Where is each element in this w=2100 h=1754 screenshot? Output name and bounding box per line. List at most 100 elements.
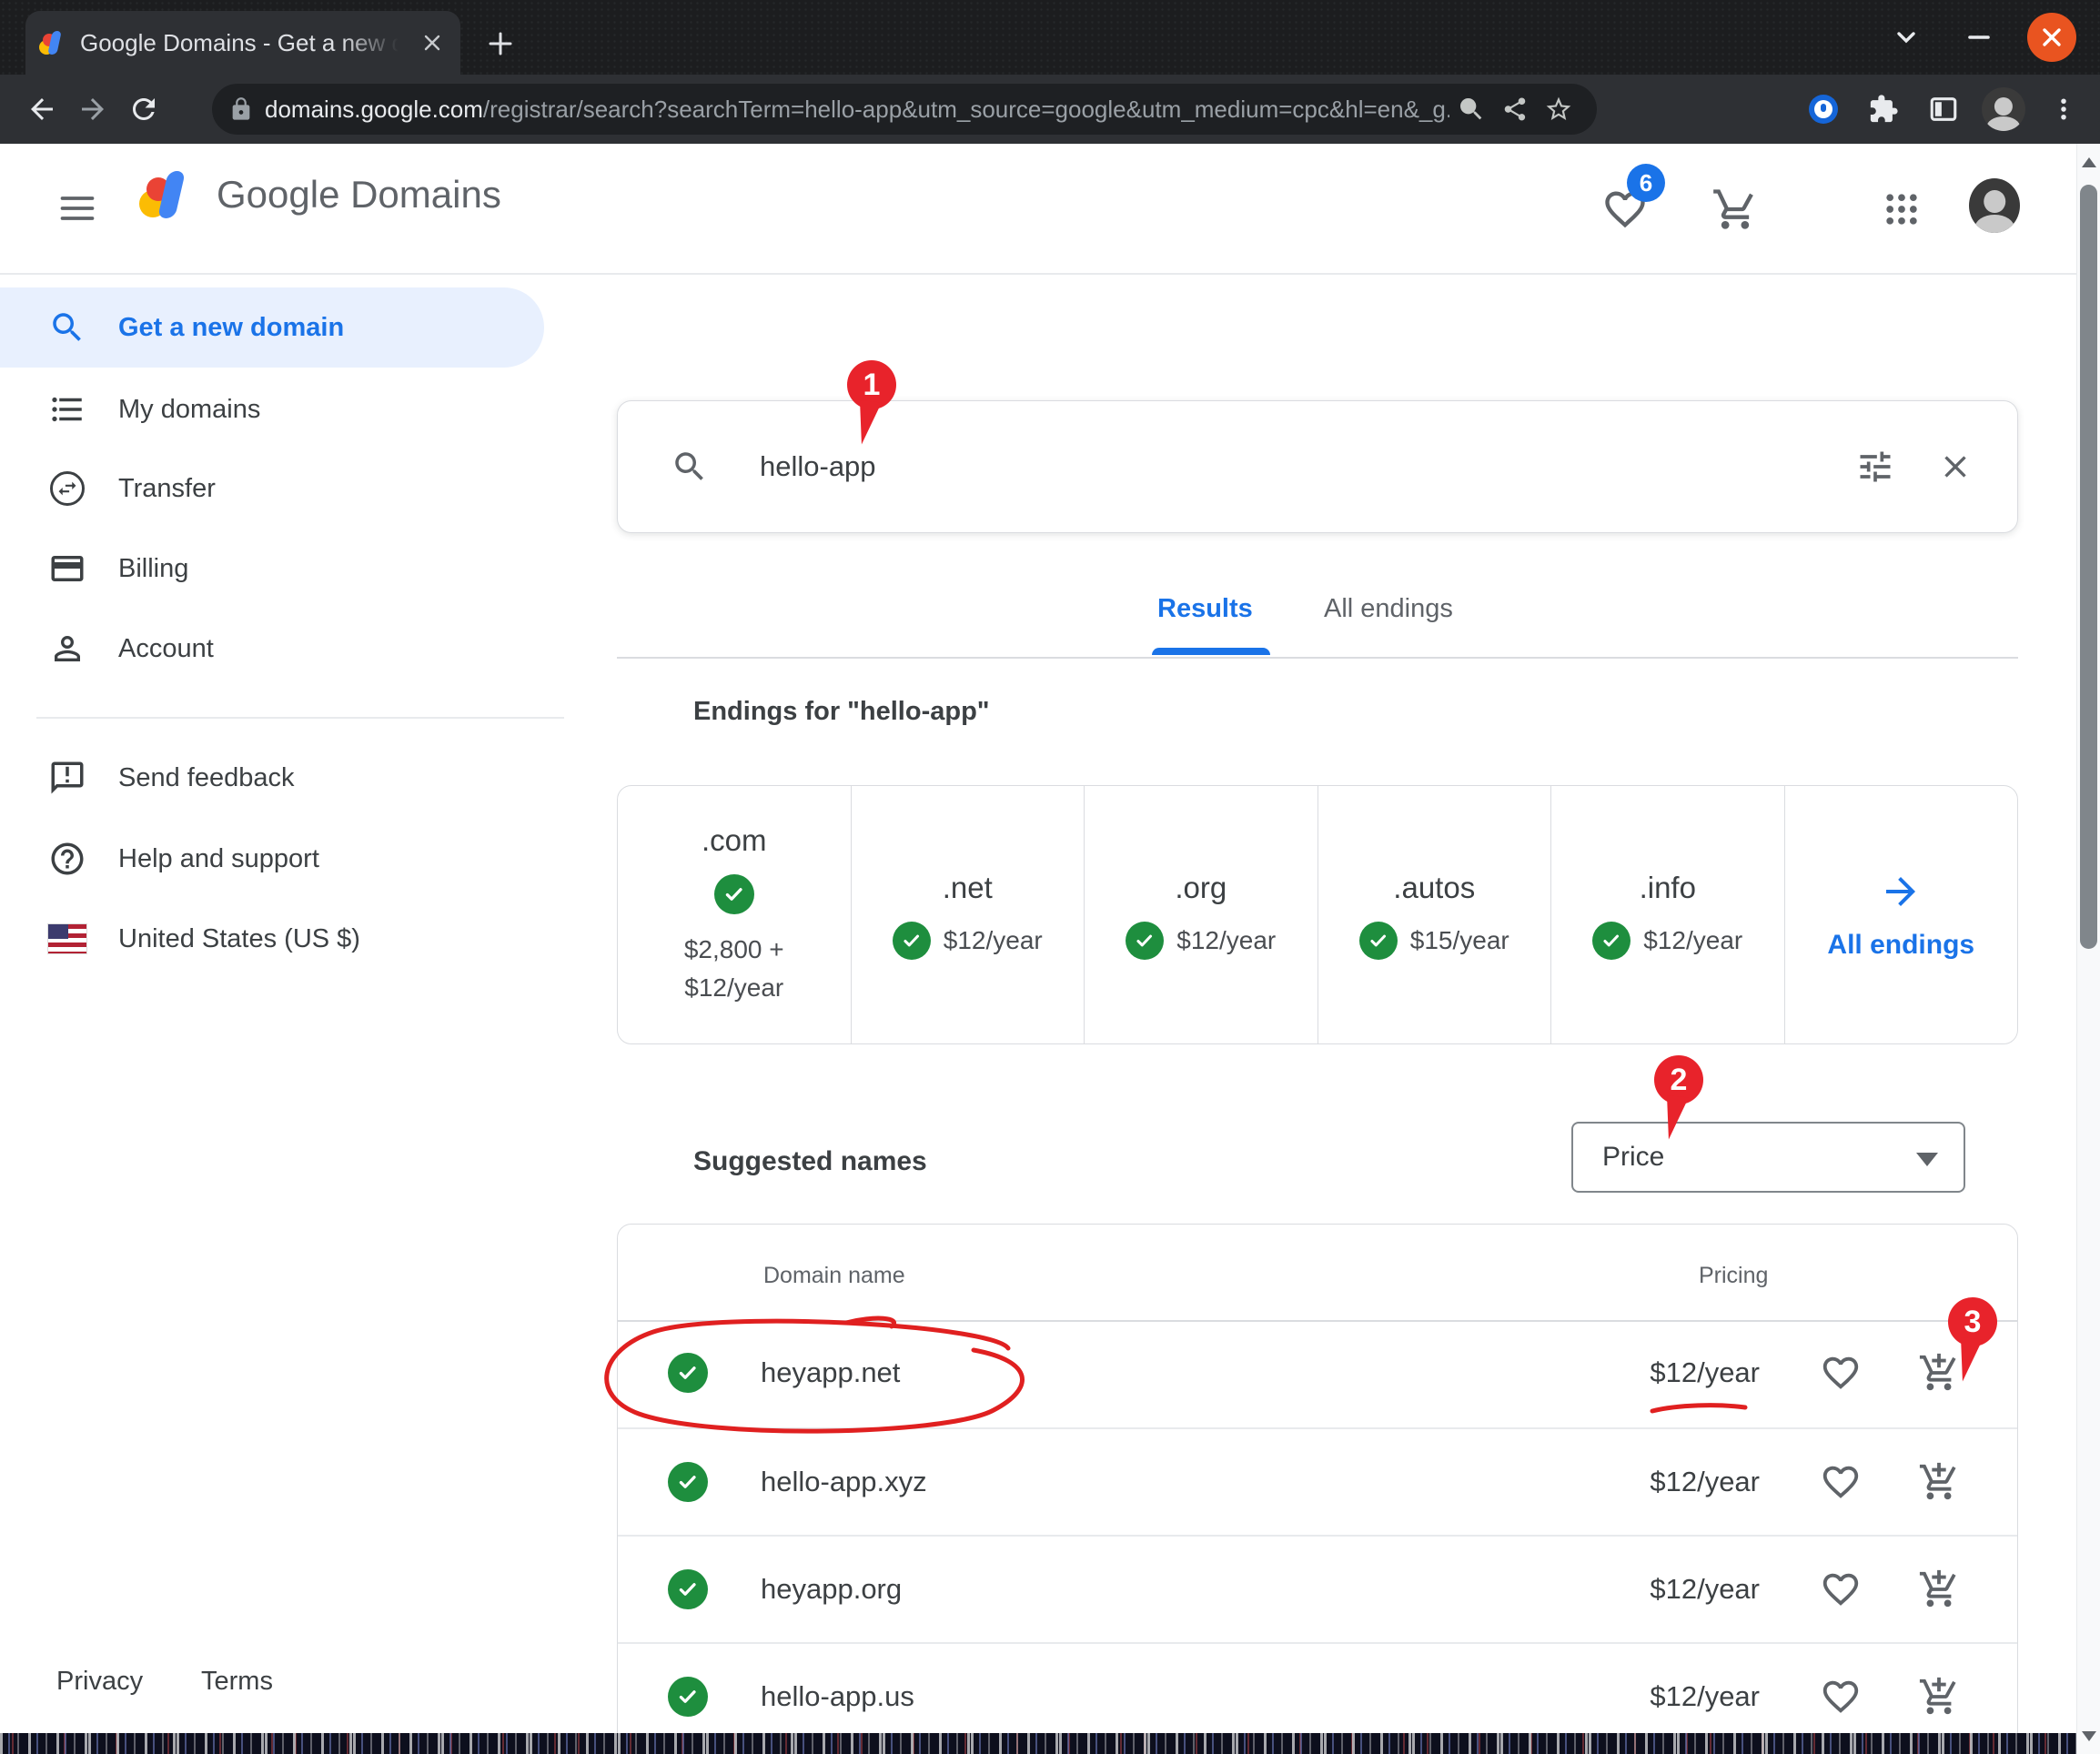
tabs-divider: [617, 657, 2018, 659]
side-panel-icon[interactable]: [1922, 84, 1965, 135]
scrollbar-down-button[interactable]: [2077, 1718, 2100, 1754]
favorite-heart-button[interactable]: [1818, 1459, 1863, 1505]
tld-price: $2,800 + $12/year: [684, 931, 784, 1007]
table-row-heyapp-net[interactable]: heyapp.net $12/year: [618, 1320, 2017, 1427]
page-scrollbar: [2076, 144, 2100, 1754]
window-minimize-button[interactable]: [1958, 16, 2000, 58]
browser-menu-kebab-icon[interactable]: [2042, 84, 2085, 135]
tld-label: .org: [1175, 871, 1227, 905]
arrow-right-icon: [1879, 870, 1923, 913]
domain-search-box[interactable]: hello-app: [617, 400, 2018, 533]
domain-price: $12/year: [1650, 1356, 1760, 1389]
clear-search-icon[interactable]: [1937, 449, 1974, 485]
browser-tab[interactable]: Google Domains - Get a new d: [25, 11, 460, 75]
reload-button[interactable]: [118, 84, 169, 135]
table-row-hello-app-xyz[interactable]: hello-app.xyz $12/year: [618, 1427, 2017, 1537]
window-menu-chevron-icon[interactable]: [1885, 16, 1927, 58]
list-icon: [47, 389, 87, 429]
sidebar-item-get-a-new-domain[interactable]: Get a new domain: [0, 287, 544, 368]
ending-card-org[interactable]: .org $12/year: [1084, 786, 1318, 1043]
back-button[interactable]: [16, 84, 67, 135]
ending-card-info[interactable]: .info $12/year: [1550, 786, 1784, 1043]
price-sort-dropdown[interactable]: Price: [1571, 1122, 1965, 1193]
tab-results[interactable]: Results: [1157, 594, 1253, 624]
available-check-icon: [668, 1677, 708, 1717]
menu-hamburger-button[interactable]: [53, 184, 102, 233]
new-tab-button[interactable]: [480, 24, 520, 64]
annotation-marker-3: 3: [1948, 1297, 1997, 1346]
domain-price: $12/year: [1650, 1680, 1760, 1713]
domain-price: $12/year: [1650, 1466, 1760, 1498]
brand-logo-icon: [133, 167, 200, 222]
extensions-puzzle-icon[interactable]: [1862, 84, 1905, 135]
page-content: Google Domains 6 Get a new domain: [0, 144, 2100, 1754]
column-header-pricing: Pricing: [1699, 1263, 1768, 1289]
account-avatar[interactable]: [1969, 180, 2020, 231]
sidebar-item-country-currency[interactable]: United States (US $): [0, 899, 582, 979]
sidebar-item-label: Send feedback: [118, 763, 294, 793]
sidebar-item-send-feedback[interactable]: Send feedback: [0, 738, 582, 818]
zoom-page-icon[interactable]: [1449, 87, 1493, 131]
brand[interactable]: Google Domains: [133, 167, 501, 222]
scrollbar-thumb[interactable]: [2080, 185, 2097, 949]
tld-price: $12/year: [1176, 926, 1276, 955]
ending-card-com[interactable]: .com $2,800 +$12/year: [618, 786, 851, 1043]
favorites-heart-button[interactable]: 6: [1600, 184, 1651, 235]
tab-all-endings[interactable]: All endings: [1324, 594, 1453, 624]
available-check-icon: [1359, 922, 1398, 960]
sidebar-item-label: United States (US $): [118, 924, 360, 954]
tld-price: $12/year: [1643, 926, 1742, 955]
cart-button[interactable]: [1710, 184, 1761, 235]
brand-name: Google Domains: [217, 173, 501, 217]
feedback-icon: [47, 758, 87, 798]
sidebar-item-billing[interactable]: Billing: [0, 529, 582, 609]
share-icon[interactable]: [1493, 87, 1537, 131]
tld-label: .autos: [1393, 871, 1475, 905]
url-text: domains.google.com/registrar/search?sear…: [265, 96, 1449, 124]
table-row-heyapp-org[interactable]: heyapp.org $12/year: [618, 1535, 2017, 1644]
url-domain: domains.google.com: [265, 96, 483, 123]
annotation-marker-1: 1: [847, 360, 896, 409]
forward-button[interactable]: [67, 84, 118, 135]
browser-profile-avatar[interactable]: [1982, 87, 2025, 131]
add-to-cart-button[interactable]: [1916, 1567, 1962, 1612]
sidebar-item-label: Get a new domain: [118, 313, 344, 343]
scrollbar-up-button[interactable]: [2077, 144, 2100, 180]
dropdown-caret-icon: [1916, 1153, 1938, 1166]
all-endings-link[interactable]: All endings: [1784, 786, 2018, 1043]
sidebar-item-my-domains[interactable]: My domains: [0, 369, 582, 449]
app-header: Google Domains 6: [0, 144, 2100, 275]
filter-tune-icon[interactable]: [1855, 447, 1895, 487]
bookmark-star-icon[interactable]: [1537, 87, 1580, 131]
sidebar-item-help-and-support[interactable]: Help and support: [0, 819, 582, 899]
tab-close-icon[interactable]: [417, 27, 448, 58]
browser-toolbar: domains.google.com/registrar/search?sear…: [0, 75, 2100, 144]
sidebar-item-transfer[interactable]: Transfer: [0, 449, 582, 529]
apps-grid-button[interactable]: [1876, 184, 1927, 235]
password-manager-icon[interactable]: [1802, 84, 1845, 135]
tld-price: $12/year: [944, 926, 1043, 955]
search-input-value[interactable]: hello-app: [760, 450, 1855, 483]
available-check-icon: [668, 1353, 708, 1393]
add-to-cart-button[interactable]: [1916, 1459, 1962, 1505]
sidebar-item-label: Transfer: [118, 474, 216, 504]
domain-price: $12/year: [1650, 1573, 1760, 1606]
favorite-heart-button[interactable]: [1818, 1567, 1863, 1612]
favorite-heart-button[interactable]: [1818, 1674, 1863, 1719]
sidebar-item-account[interactable]: Account: [0, 609, 582, 689]
add-to-cart-button[interactable]: [1916, 1674, 1962, 1719]
address-bar[interactable]: domains.google.com/registrar/search?sear…: [212, 84, 1597, 135]
browser-titlebar: Google Domains - Get a new d: [0, 0, 2100, 75]
price-line1: $2,800 +: [684, 935, 784, 963]
privacy-link[interactable]: Privacy: [56, 1667, 143, 1697]
add-to-cart-button[interactable]: [1916, 1350, 1962, 1396]
terms-link[interactable]: Terms: [201, 1667, 273, 1697]
ending-card-autos[interactable]: .autos $15/year: [1318, 786, 1551, 1043]
window-close-button[interactable]: [2027, 13, 2076, 62]
active-tab-underline: [1152, 648, 1270, 655]
endings-card: .com $2,800 +$12/year .net $12/year .org…: [617, 785, 2018, 1044]
favorite-heart-button[interactable]: [1818, 1350, 1863, 1396]
ending-card-net[interactable]: .net $12/year: [851, 786, 1085, 1043]
price-line2: $12/year: [684, 973, 783, 1002]
transfer-icon: [47, 469, 87, 509]
